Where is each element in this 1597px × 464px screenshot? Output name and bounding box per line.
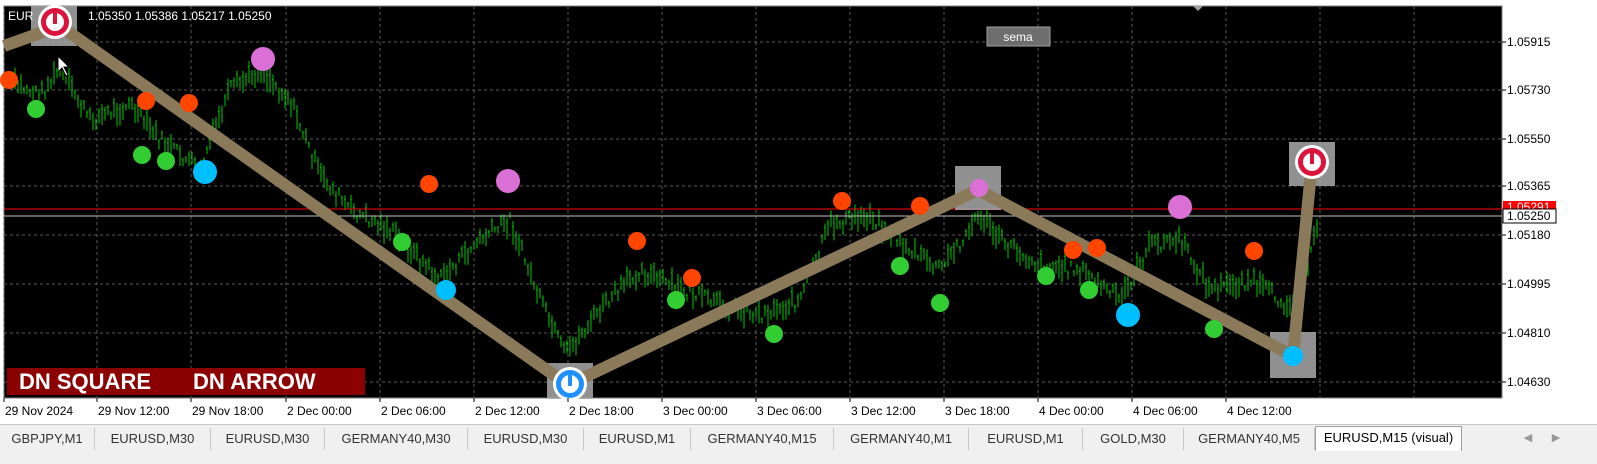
indicator-dot — [137, 92, 155, 110]
indicator-dot — [1080, 281, 1098, 299]
time-label: 29 Nov 18:00 — [192, 404, 264, 418]
chart-tab-bar: GBPJPY,M1 EURUSD,M30 EURUSD,M30 GERMANY40,M… — [0, 424, 1597, 464]
indicator-dot — [0, 71, 18, 89]
time-label: 2 Dec 06:00 — [381, 404, 446, 418]
chart-symbol: EUR — [8, 9, 34, 23]
time-label: 29 Nov 12:00 — [98, 404, 170, 418]
indicator-dot — [970, 179, 988, 197]
time-label: 2 Dec 12:00 — [475, 404, 540, 418]
indicator-dot — [193, 160, 217, 184]
chart-tab[interactable]: EURUSD,M1 — [969, 428, 1083, 450]
price-label: 1.04995 — [1507, 277, 1551, 291]
indicator-dot — [1064, 241, 1082, 259]
time-label: 29 Nov 2024 — [5, 404, 73, 418]
chart-tab[interactable]: EURUSD,M1 — [584, 428, 691, 450]
indicator-dot — [496, 169, 520, 193]
time-label: 3 Dec 12:00 — [851, 404, 916, 418]
indicator-dot — [1168, 195, 1192, 219]
time-label: 4 Dec 12:00 — [1227, 404, 1292, 418]
banner-dn-square: DN SQUARE — [19, 369, 151, 394]
indicator-dot — [157, 152, 175, 170]
indicator-dot — [27, 100, 45, 118]
price-label: 1.05550 — [1507, 132, 1551, 146]
indicator-dot — [891, 257, 909, 275]
indicator-dot — [1116, 303, 1140, 327]
chart-tab[interactable]: EURUSD,M30 — [95, 428, 211, 450]
time-label: 4 Dec 06:00 — [1133, 404, 1198, 418]
chevron-left-icon[interactable]: ◀ — [1520, 429, 1536, 447]
indicator-dot — [911, 197, 929, 215]
chart-tab[interactable]: GBPJPY,M1 — [0, 428, 95, 450]
indicator-dot — [628, 232, 646, 250]
chart-tab-active[interactable]: EURUSD,M15 (visual) — [1315, 426, 1462, 451]
time-label: 3 Dec 18:00 — [945, 404, 1010, 418]
price-label: 1.05915 — [1507, 35, 1551, 49]
current-price-label: 1.05250 — [1507, 209, 1551, 223]
indicator-dot — [1283, 346, 1303, 366]
indicator-dot — [1205, 320, 1223, 338]
chart-tab[interactable]: GERMANY40,M30 — [325, 428, 468, 450]
price-axis: 1.05915 1.05730 1.05550 1.05365 1.05180 1.049… — [1502, 35, 1557, 389]
up-arrow-signal-icon — [553, 367, 587, 401]
chart-tab[interactable]: EURUSD,M30 — [468, 428, 584, 450]
indicator-dot — [931, 294, 949, 312]
indicator-dot — [133, 146, 151, 164]
indicator-dot — [1245, 242, 1263, 260]
sema-button[interactable]: sema — [986, 26, 1051, 47]
down-arrow-signal-icon — [1295, 145, 1329, 179]
indicator-dot — [833, 192, 851, 210]
indicator-dot — [667, 291, 685, 309]
price-label: 1.05730 — [1507, 83, 1551, 97]
indicator-dot — [765, 325, 783, 343]
chart-tab[interactable]: GOLD,M30 — [1083, 428, 1184, 450]
chart-tab[interactable]: EURUSD,M30 — [211, 428, 325, 450]
chart-tab[interactable]: GERMANY40,M15 — [691, 428, 834, 450]
ohlc-values: 1.05350 1.05386 1.05217 1.05250 — [88, 9, 272, 23]
indicator-dot — [180, 94, 198, 112]
time-axis: 29 Nov 2024 29 Nov 12:00 29 Nov 18:00 2 Dec… — [3, 398, 1292, 418]
time-label: 2 Dec 18:00 — [569, 404, 634, 418]
indicator-dot — [1088, 239, 1106, 257]
price-label: 1.05365 — [1507, 179, 1551, 193]
price-chart[interactable]: EUR 1.05350 1.05386 1.05217 1.05250 sema DN… — [0, 0, 1597, 422]
time-label: 3 Dec 00:00 — [663, 404, 728, 418]
price-label: 1.05180 — [1507, 228, 1551, 242]
time-label: 2 Dec 00:00 — [287, 404, 352, 418]
price-label: 1.04810 — [1507, 326, 1551, 340]
down-arrow-signal-icon — [38, 5, 72, 39]
time-label: 4 Dec 00:00 — [1039, 404, 1104, 418]
chart-window[interactable]: EUR 1.05350 1.05386 1.05217 1.05250 sema DN… — [0, 0, 1597, 422]
indicator-dot — [393, 233, 411, 251]
chevron-right-icon[interactable]: ▶ — [1548, 429, 1564, 447]
indicator-dot — [251, 47, 275, 71]
price-label: 1.04630 — [1507, 375, 1551, 389]
banner-dn-arrow: DN ARROW — [193, 369, 316, 394]
indicator-dot — [683, 269, 701, 287]
indicator-dot — [420, 175, 438, 193]
indicator-dot — [1037, 267, 1055, 285]
sema-button-label[interactable]: sema — [1003, 30, 1033, 44]
chart-tab[interactable]: GERMANY40,M1 — [834, 428, 969, 450]
chart-tab[interactable]: GERMANY40,M5 — [1184, 428, 1315, 450]
time-label: 3 Dec 06:00 — [757, 404, 822, 418]
indicator-dot — [436, 280, 456, 300]
